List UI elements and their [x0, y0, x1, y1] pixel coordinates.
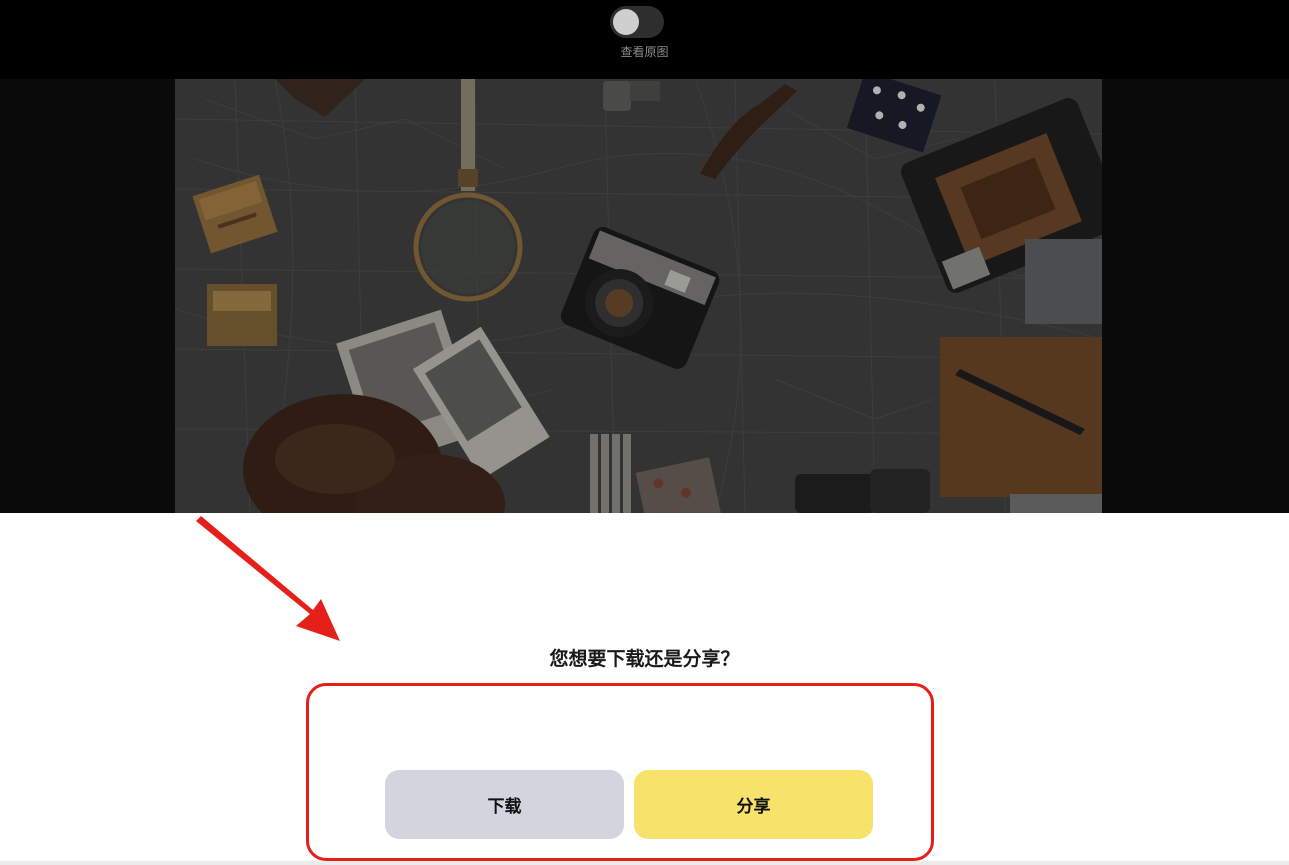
screen: 查看原图 您想要下载还是分享？ 下载 分享 — [0, 0, 1289, 865]
viewer-toolbar: 查看原图 — [0, 0, 1289, 79]
download-button[interactable]: 下载 — [385, 770, 624, 839]
bottom-divider — [0, 861, 1289, 865]
photo-backdrop — [0, 79, 1289, 513]
toggle-knob — [613, 9, 639, 35]
preview-image — [175, 79, 1102, 513]
view-original-toggle[interactable] — [610, 6, 664, 38]
share-button[interactable]: 分享 — [634, 770, 873, 839]
dialog-question: 您想要下载还是分享？ — [549, 648, 740, 670]
view-original-label: 查看原图 — [620, 45, 669, 59]
